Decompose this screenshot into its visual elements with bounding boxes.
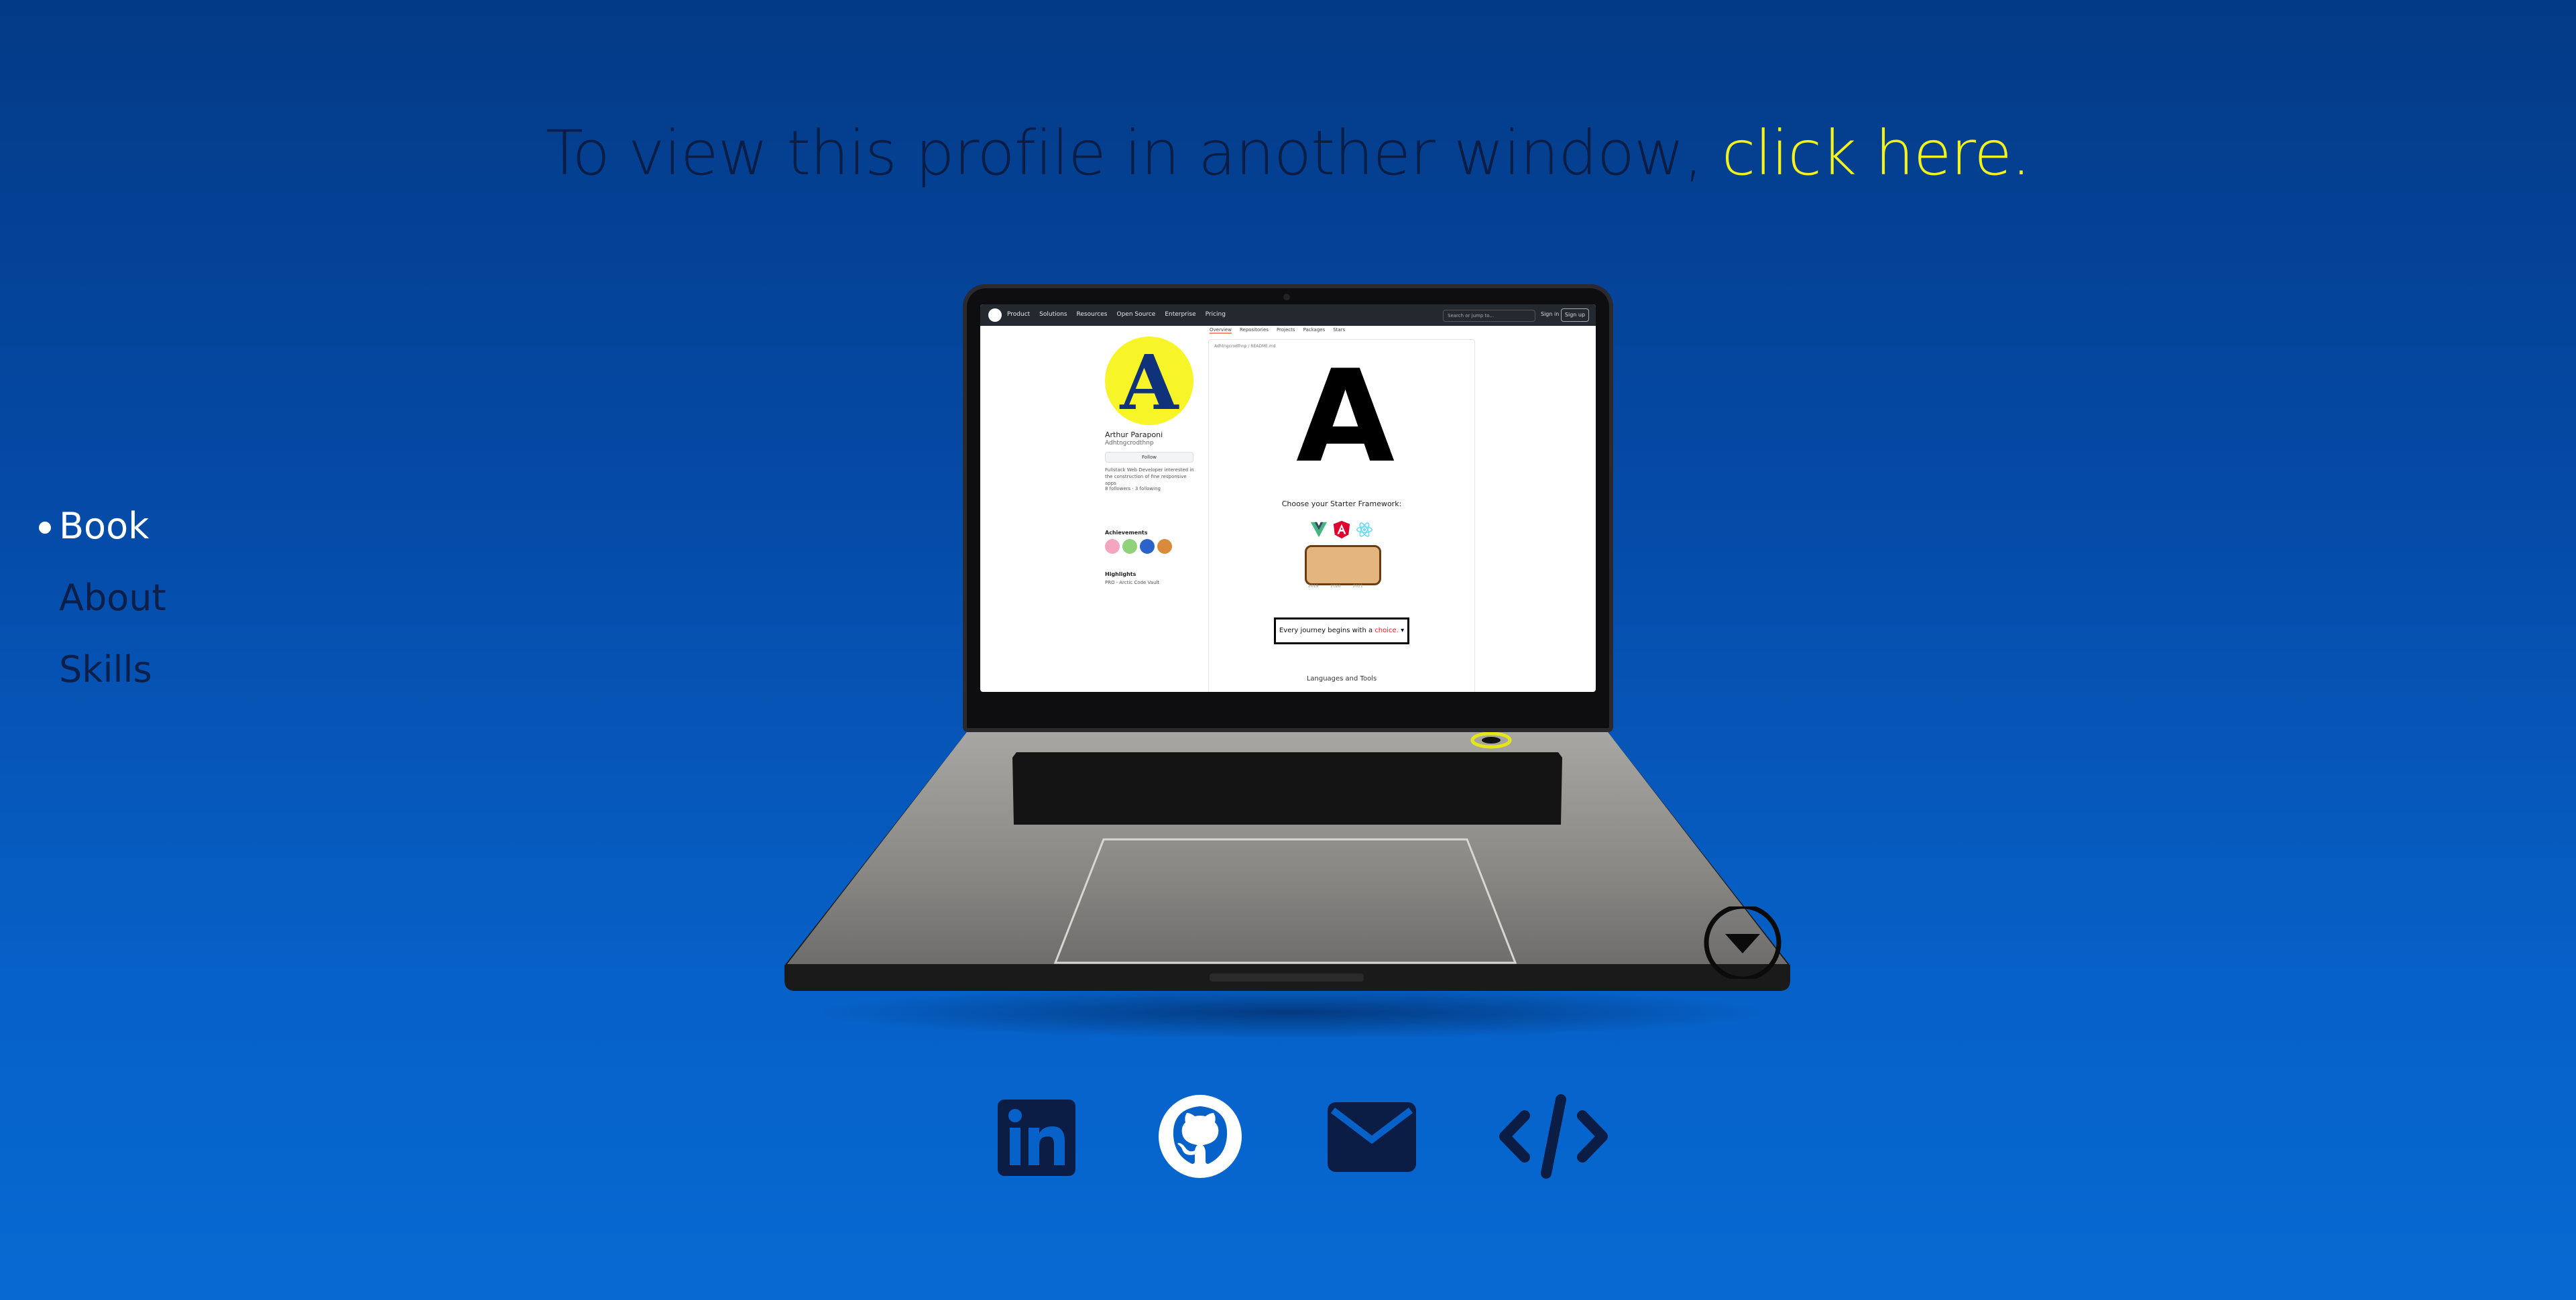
- framework-icons: [1309, 520, 1374, 540]
- nav-item-label: About: [59, 577, 166, 619]
- achievements-heading: Achievements: [1105, 530, 1148, 536]
- year-label: 2019: [1308, 584, 1319, 589]
- dropdown-highlight: choice.: [1374, 627, 1399, 634]
- highlights-heading: Highlights: [1105, 571, 1136, 577]
- vue-icon[interactable]: [1309, 520, 1328, 540]
- menu-item[interactable]: Enterprise: [1165, 311, 1195, 318]
- linkedin-icon[interactable]: [998, 1100, 1075, 1176]
- github-search-input[interactable]: Search or jump to...: [1443, 310, 1535, 322]
- active-dot-icon: [39, 522, 51, 534]
- profile-meta: 8 followers · 3 following: [1105, 486, 1161, 491]
- chevron-down-icon: ▾: [1401, 627, 1405, 634]
- starter-heading: Choose your Starter Framework:: [1281, 499, 1402, 508]
- sign-in-link[interactable]: Sign in: [1541, 311, 1559, 317]
- readme-path: Adhtngcrodthnp / README.md: [1214, 344, 1276, 349]
- dropdown-text: Every journey begins with a: [1279, 627, 1375, 634]
- profile-tabs: Overview Repositories Projects Packages …: [1210, 327, 1345, 334]
- nav-item-about[interactable]: About: [35, 571, 166, 643]
- badge-icon[interactable]: [1157, 539, 1172, 554]
- years-row: 2019 2020 2021: [1308, 584, 1363, 589]
- profile-name: Arthur Paraponi: [1105, 430, 1163, 439]
- page-headline: To view this profile in another window, …: [0, 117, 2576, 189]
- laptop-base: [784, 728, 1790, 996]
- badge-icon[interactable]: [1140, 539, 1155, 554]
- tab-stars[interactable]: Stars: [1333, 327, 1345, 334]
- email-icon[interactable]: [1328, 1102, 1416, 1172]
- scroll-down-button[interactable]: [1703, 906, 1782, 979]
- laptop-lid: Product Solutions Resources Open Source …: [963, 284, 1613, 732]
- react-icon[interactable]: [1355, 520, 1374, 540]
- readme-logo: A: [1296, 343, 1395, 491]
- menu-item[interactable]: Solutions: [1039, 311, 1067, 318]
- tab-packages[interactable]: Packages: [1303, 327, 1326, 334]
- code-icon[interactable]: [1497, 1094, 1611, 1179]
- menu-item[interactable]: Pricing: [1206, 311, 1226, 318]
- side-nav: Book About Skills: [35, 499, 166, 715]
- nav-item-label: Skills: [59, 648, 152, 691]
- open-profile-link[interactable]: click here.: [1722, 117, 2031, 189]
- avatar: A: [1105, 337, 1193, 425]
- readme-card: Adhtngcrodthnp / README.md A Choose your…: [1208, 339, 1475, 692]
- languages-heading: Languages and Tools: [1306, 675, 1377, 683]
- badge-icon[interactable]: [1122, 539, 1137, 554]
- basket-illustration: [1305, 545, 1381, 585]
- github-icon[interactable]: [1157, 1094, 1243, 1179]
- menu-item[interactable]: Open Source: [1117, 311, 1156, 318]
- nav-item-label: Book: [59, 505, 150, 547]
- profile-bio: Fullstack Web Developer interested in th…: [1105, 467, 1194, 486]
- year-label: 2020: [1330, 584, 1341, 589]
- badge-icon[interactable]: [1105, 539, 1120, 554]
- tab-projects[interactable]: Projects: [1277, 327, 1295, 334]
- github-menu: Product Solutions Resources Open Source …: [1007, 311, 1226, 318]
- year-label: 2021: [1352, 584, 1363, 589]
- tab-overview[interactable]: Overview: [1210, 327, 1232, 334]
- chevron-down-icon: [1725, 934, 1760, 953]
- github-logo-icon[interactable]: [988, 308, 1002, 322]
- journey-dropdown[interactable]: Every journey begins with a choice. ▾: [1274, 617, 1409, 644]
- camera-icon: [1283, 294, 1290, 300]
- github-header: Product Solutions Resources Open Source …: [980, 304, 1596, 326]
- tab-repositories[interactable]: Repositories: [1240, 327, 1269, 334]
- menu-item[interactable]: Product: [1007, 311, 1030, 318]
- highlights-list: PRO · Arctic Code Vault: [1105, 580, 1160, 585]
- profile-handle: Adhtngcrodthnp: [1105, 440, 1154, 447]
- nav-item-skills[interactable]: Skills: [35, 643, 166, 715]
- nav-item-book[interactable]: Book: [35, 499, 166, 571]
- headline-text: To view this profile in another window,: [545, 117, 1722, 189]
- follow-button[interactable]: Follow: [1105, 452, 1193, 463]
- menu-item[interactable]: Resources: [1077, 311, 1108, 318]
- angular-icon[interactable]: [1332, 520, 1351, 540]
- sign-up-button[interactable]: Sign up: [1561, 308, 1589, 322]
- avatar-letter: A: [1120, 339, 1179, 425]
- laptop-screen[interactable]: Product Solutions Resources Open Source …: [980, 304, 1596, 692]
- achievement-badges: [1105, 539, 1172, 554]
